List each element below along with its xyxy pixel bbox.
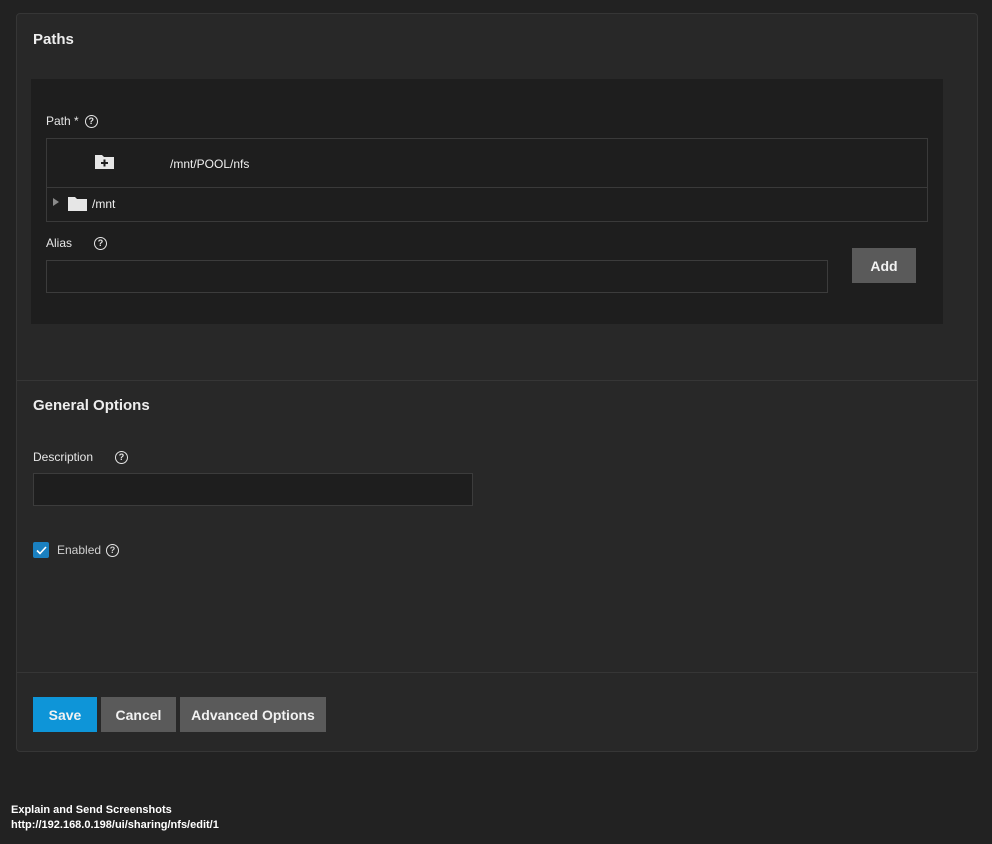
footer-title: Explain and Send Screenshots — [11, 804, 172, 816]
enabled-row: Enabled ? — [33, 542, 120, 558]
create-folder-icon[interactable] — [94, 153, 115, 170]
paths-section-title: Paths — [33, 31, 74, 48]
description-label-text: Description — [33, 450, 94, 464]
description-field-label: Description ? — [33, 450, 129, 464]
section-divider — [17, 380, 977, 381]
nfs-share-form-card: Paths Path * ? /mnt/POOL/nfs /mnt Alias … — [16, 13, 978, 752]
alias-field-label: Alias ? — [46, 236, 108, 250]
expand-arrow-icon[interactable] — [53, 198, 59, 206]
tree-node-label[interactable]: /mnt — [92, 197, 115, 211]
folder-icon — [68, 197, 87, 211]
actions-divider — [17, 672, 977, 673]
save-button[interactable]: Save — [33, 697, 97, 732]
alias-help-icon[interactable]: ? — [94, 236, 108, 250]
general-options-title: General Options — [33, 397, 150, 414]
cancel-button[interactable]: Cancel — [101, 697, 176, 732]
path-field-label: Path * ? — [46, 114, 98, 128]
enabled-help-icon[interactable]: ? — [106, 543, 120, 557]
advanced-options-button[interactable]: Advanced Options — [180, 697, 326, 732]
paths-box: Path * ? /mnt/POOL/nfs /mnt Alias ? Add — [31, 79, 943, 324]
checkmark-icon — [35, 545, 47, 555]
enabled-checkbox[interactable] — [33, 542, 49, 558]
alias-input[interactable] — [46, 260, 828, 293]
path-explorer: /mnt/POOL/nfs /mnt — [46, 138, 928, 222]
add-path-button[interactable]: Add — [852, 248, 916, 283]
path-label-text: Path * — [46, 114, 79, 128]
path-explorer-header: /mnt/POOL/nfs — [47, 139, 927, 188]
description-help-icon[interactable]: ? — [115, 450, 129, 464]
enabled-label: Enabled — [57, 543, 102, 557]
tree-node[interactable]: /mnt — [47, 188, 927, 221]
selected-path-value[interactable]: /mnt/POOL/nfs — [170, 157, 249, 171]
alias-label-text: Alias — [46, 236, 73, 250]
description-input[interactable] — [33, 473, 473, 506]
path-help-icon[interactable]: ? — [84, 114, 98, 128]
footer-url: http://192.168.0.198/ui/sharing/nfs/edit… — [11, 819, 219, 831]
screenshot-footer: Explain and Send Screenshots http://192.… — [11, 803, 219, 833]
